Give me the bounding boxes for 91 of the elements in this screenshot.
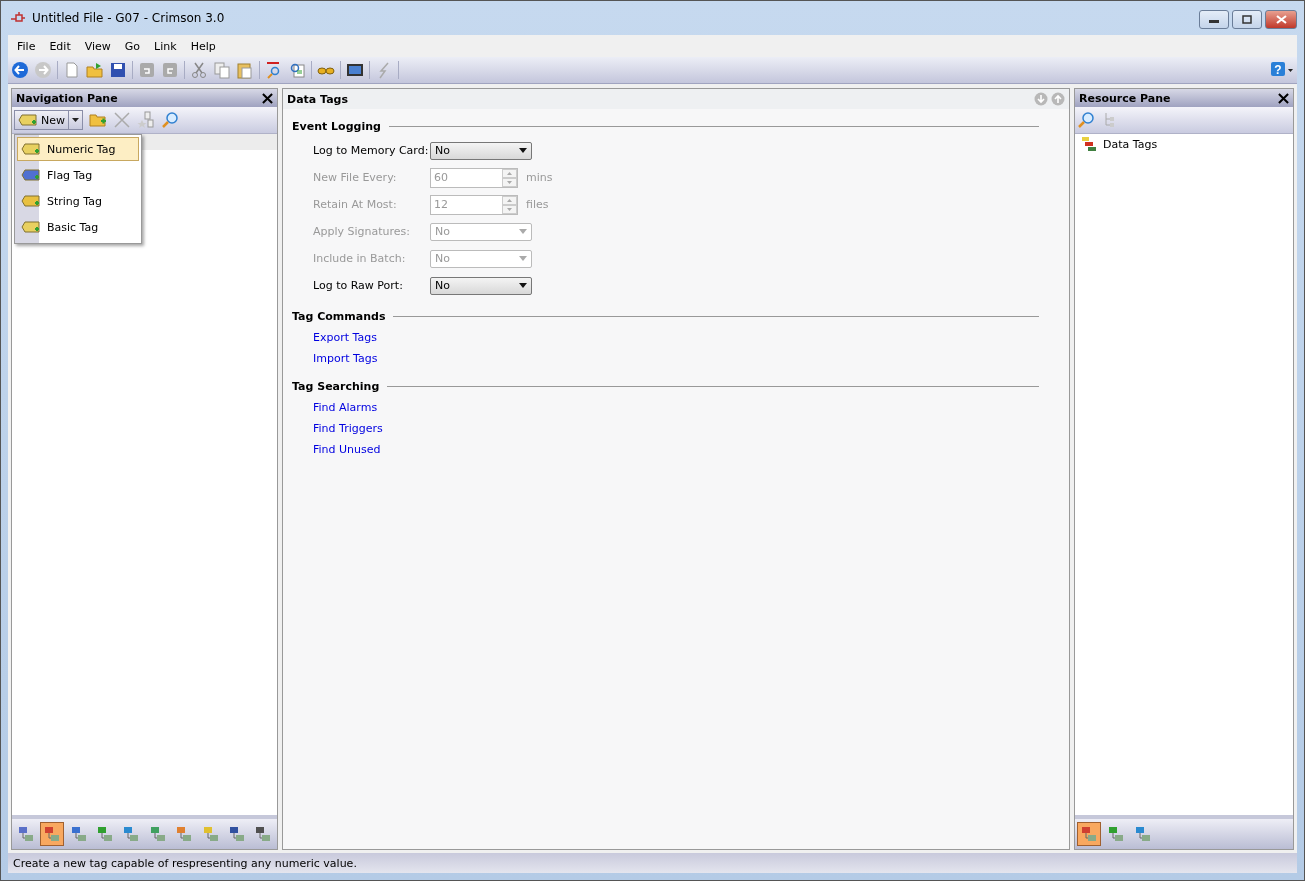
menu-item[interactable]: View [78, 39, 117, 53]
delete-icon[interactable] [113, 111, 131, 129]
dropdown-field: No [430, 222, 532, 241]
tags-icon [1081, 136, 1097, 152]
close-button[interactable] [1265, 10, 1297, 29]
category-icon [16, 825, 35, 843]
command-link[interactable]: Find Triggers [313, 422, 383, 435]
number-field: 12 [430, 194, 518, 215]
menu-item[interactable]: Numeric Tag [17, 137, 139, 161]
field-label: Include in Batch: [313, 252, 407, 265]
field-label: Apply Signatures: [313, 225, 412, 238]
category-icon [95, 825, 114, 843]
menu-item[interactable]: Basic Tag [17, 215, 139, 239]
menu-item[interactable]: Edit [43, 39, 77, 53]
window-title: Untitled File - G07 - Crimson 3.0 [32, 11, 225, 25]
command-link[interactable]: Find Alarms [313, 401, 378, 414]
pane-title: Navigation Pane [16, 91, 118, 105]
tag-icon [21, 141, 41, 157]
find-replace-icon[interactable] [288, 61, 306, 79]
category-icon [122, 825, 141, 843]
section-heading: Tag Searching [292, 379, 380, 393]
command-link[interactable]: Export Tags [313, 331, 377, 344]
field-label: Retain At Most: [313, 198, 398, 211]
save-icon[interactable] [109, 61, 127, 79]
command-link[interactable]: Find Unused [313, 443, 381, 456]
field-label: Log to Raw Port: [313, 279, 404, 292]
dropdown-field[interactable]: No [430, 141, 532, 160]
caret-icon [519, 283, 527, 288]
section-heading: Event Logging [292, 119, 381, 133]
pane-title: Resource Pane [1079, 91, 1171, 105]
spinner-arrows-icon [502, 168, 517, 187]
caret-icon [519, 148, 527, 153]
tag-icon [21, 193, 41, 209]
category-icon [201, 825, 220, 843]
menu-item[interactable]: Go [118, 39, 147, 53]
dropdown-field: No [430, 249, 532, 268]
tree-item[interactable]: Data Tags [1075, 134, 1293, 154]
unit-label: files [526, 198, 549, 211]
redo-icon[interactable] [161, 61, 179, 79]
field-label: Log to Memory Card: [313, 144, 430, 157]
open-folder-icon[interactable] [86, 61, 104, 79]
search-icon[interactable] [1077, 111, 1095, 129]
status-text: Create a new tag capable of respresenting any numeric value. [13, 856, 357, 870]
menu-item[interactable]: File [11, 39, 42, 53]
paste-icon[interactable] [236, 61, 254, 79]
close-icon[interactable] [262, 92, 273, 104]
command-link[interactable]: Import Tags [313, 352, 378, 365]
menu-item[interactable]: Link [148, 39, 183, 53]
undo-icon[interactable] [138, 61, 156, 79]
new-file-icon[interactable] [63, 61, 81, 79]
restore-icon [1242, 15, 1252, 24]
category-icon [148, 825, 167, 843]
cut-icon[interactable] [190, 61, 208, 79]
caret-icon [519, 256, 527, 261]
category-icon [69, 825, 88, 843]
category-icon [227, 825, 246, 843]
search-icon[interactable] [161, 111, 179, 129]
back-icon[interactable] [11, 61, 29, 79]
caret-icon [519, 229, 527, 234]
new-folder-icon[interactable] [89, 111, 107, 129]
down-arrow-icon[interactable] [1034, 92, 1048, 106]
caret-icon [72, 118, 79, 122]
copy-icon[interactable] [213, 61, 231, 79]
tag-icon [18, 112, 38, 128]
editor-title: Data Tags [287, 92, 348, 106]
restore-button[interactable] [1232, 10, 1262, 29]
menu-item[interactable]: Flag Tag [17, 163, 139, 187]
dropdown-button[interactable] [68, 111, 82, 129]
tag-icon [21, 219, 41, 235]
number-field: 60 [430, 167, 518, 188]
close-icon [1275, 15, 1287, 24]
category-icon [43, 825, 62, 843]
category-icon [1080, 825, 1098, 843]
section-heading: Tag Commands [292, 309, 386, 323]
menu-item[interactable]: String Tag [17, 189, 139, 213]
category-icon [1134, 825, 1152, 843]
dropdown-field[interactable]: No [430, 276, 532, 295]
spinner-arrows-icon [502, 195, 517, 214]
category-icon [254, 825, 273, 843]
sort-icon[interactable] [137, 111, 155, 129]
menu-item[interactable]: Help [184, 39, 222, 53]
up-arrow-icon[interactable] [1051, 92, 1065, 106]
forward-icon[interactable] [34, 61, 52, 79]
category-icon [1107, 825, 1125, 843]
category-icon [175, 825, 194, 843]
tag-icon [21, 167, 41, 183]
minimize-button[interactable] [1199, 10, 1229, 29]
close-icon[interactable] [1278, 92, 1289, 104]
field-label: New File Every: [313, 171, 398, 184]
unit-label: mins [526, 171, 553, 184]
monitor-icon[interactable] [346, 61, 364, 79]
